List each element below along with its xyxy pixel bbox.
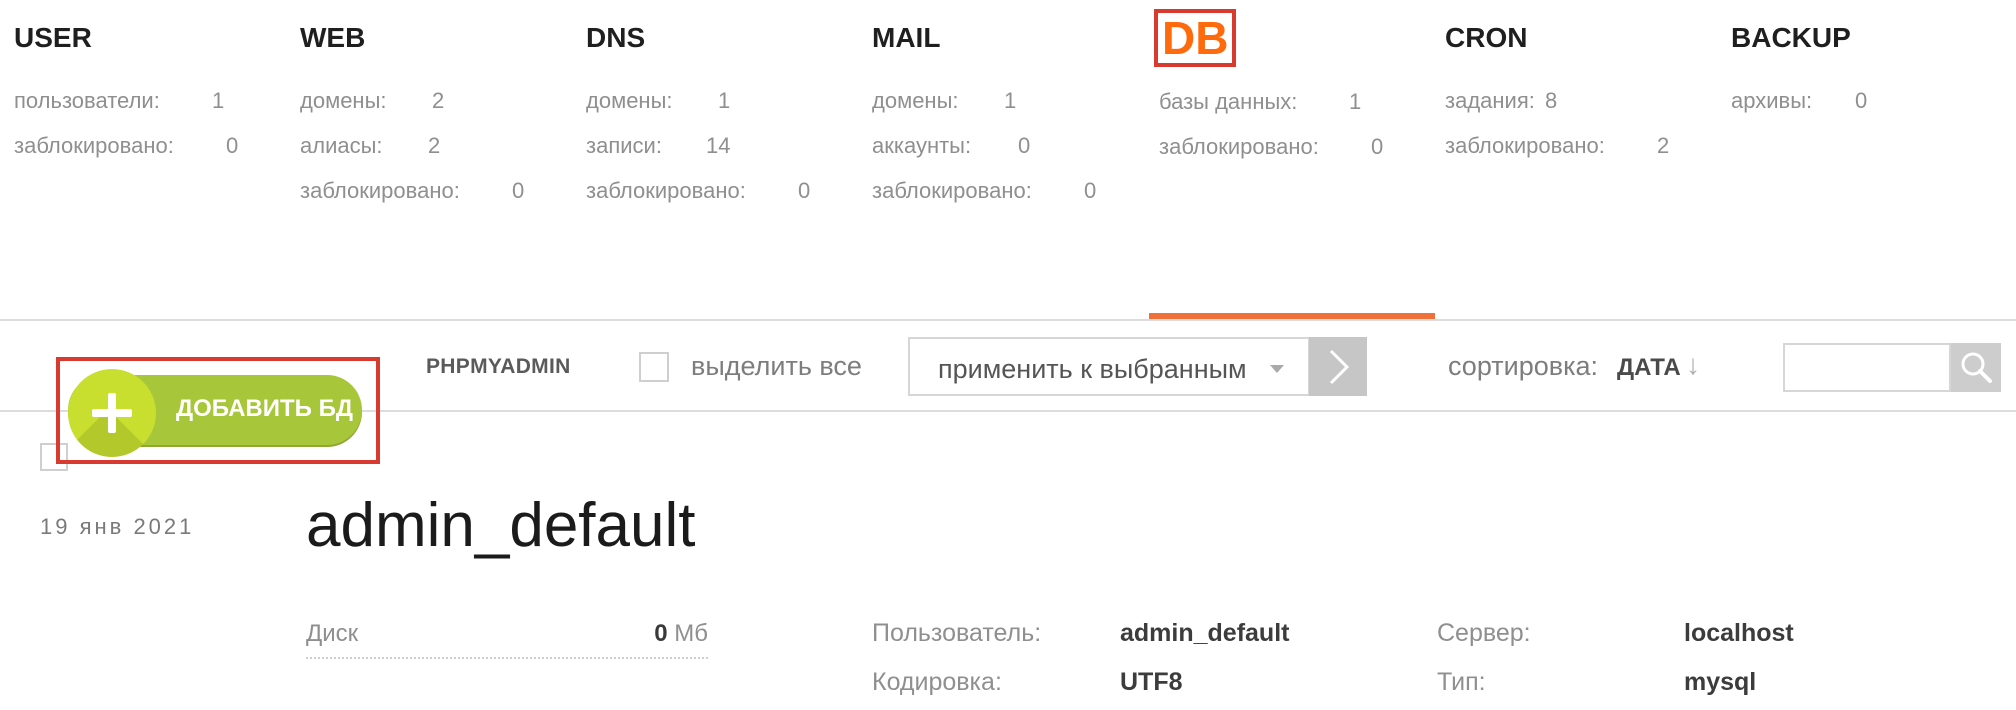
stat-title-dns[interactable]: DNS [586,22,645,54]
search-input[interactable] [1783,343,1951,392]
type-label: Тип: [1437,668,1486,696]
user-label: Пользователь: [872,619,1042,647]
stat-row: заблокировано: 0 [1159,134,1384,159]
select-all-label[interactable]: выделить все [691,351,862,382]
encoding-value: UTF8 [1120,668,1183,696]
stat-title-backup[interactable]: BACKUP [1731,22,1851,54]
stat-title-cron[interactable]: CRON [1445,22,1527,54]
stat-row: домены: 1 [872,88,1017,113]
stat-row: архивы: 0 [1731,88,1868,113]
bulk-action-select[interactable]: применить к выбранным [908,337,1310,396]
disk-label: Диск [306,620,359,647]
stat-row: домены: 2 [300,88,445,113]
stat-title-web[interactable]: WEB [300,22,365,54]
bulk-action-value: применить к выбранным [938,354,1247,384]
stat-row: заблокировано: 0 [300,178,525,203]
disk-usage-bar [306,657,708,659]
phpmyadmin-link[interactable]: PHPMYADMIN [426,355,571,379]
apply-button[interactable] [1309,337,1367,396]
server-label: Сервер: [1437,619,1531,647]
server-value: localhost [1684,619,1794,647]
stat-title-user[interactable]: USER [14,22,92,54]
stat-row: заблокировано: 0 [14,133,239,158]
sort-value[interactable]: ДАТА [1617,354,1681,382]
add-db-highlight: ДОБАВИТЬ БД [56,357,380,464]
disk-value: 0 Мб [654,620,708,647]
record-date: 19 янв 2021 [40,514,195,539]
search-icon [1961,352,1992,383]
stat-row: базы данных: 1 [1159,89,1362,114]
search-button[interactable] [1951,343,2001,392]
sort-arrow-icon[interactable]: ↓ [1686,349,1700,381]
stat-title-mail[interactable]: MAIL [872,22,940,54]
divider [0,319,2016,321]
stat-row: заблокировано: 2 [1445,133,1670,158]
add-db-button[interactable]: ДОБАВИТЬ БД [68,369,362,457]
plus-icon [68,369,156,457]
add-db-label: ДОБАВИТЬ БД [176,395,353,422]
stat-row: заблокировано: 0 [586,178,811,203]
stat-row: аккаунты: 0 [872,133,1031,158]
select-all-checkbox[interactable] [639,352,669,382]
user-value: admin_default [1120,619,1290,647]
sort-label: сортировка: [1448,351,1598,381]
stat-title-db[interactable]: DB [1154,9,1237,67]
stat-row: пользователи: 1 [14,88,225,113]
stat-row: задания: 8 [1445,88,1558,113]
stat-row: домены: 1 [586,88,731,113]
db-name: admin_default [306,491,696,560]
stat-row: алиасы: 2 [300,133,441,158]
encoding-label: Кодировка: [872,668,1002,696]
type-value: mysql [1684,668,1757,696]
chevron-right-icon [1329,349,1350,385]
stat-row: заблокировано: 0 [872,178,1097,203]
caret-down-icon [1270,365,1284,373]
stat-row: записи: 14 [586,133,731,158]
